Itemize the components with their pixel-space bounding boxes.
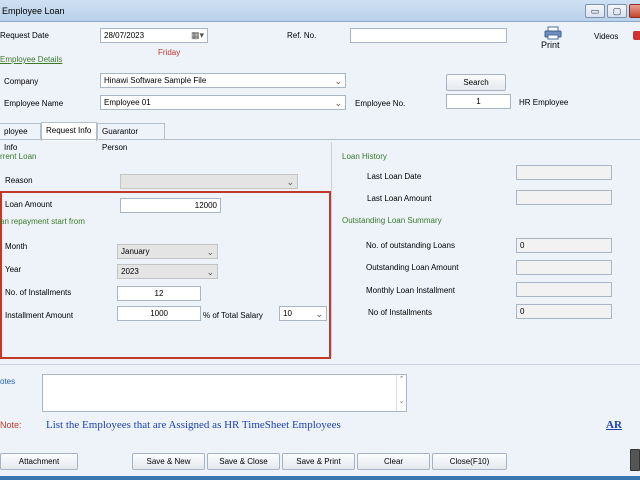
outstanding-loans-label: No. of outstanding Loans [366, 241, 455, 250]
installments-label: No. of Installments [5, 288, 72, 297]
scroll-up-icon[interactable]: ⌃ [397, 375, 406, 383]
calendar-icon[interactable]: ▦▾ [191, 29, 204, 42]
note-label: Note: [0, 420, 22, 430]
chevron-down-icon: ⌄ [315, 309, 323, 319]
no-installments-field: 0 [516, 304, 612, 319]
request-date-label: Request Date [0, 31, 49, 40]
monthly-installment-label: Monthly Loan Installment [366, 286, 455, 295]
current-loan-label: rrent Loan [0, 152, 37, 161]
tab-guarantor-person[interactable]: Guarantor Person [97, 123, 165, 152]
employee-name-label: Employee Name [4, 99, 64, 108]
installments-input[interactable]: 12 [117, 286, 201, 301]
printer-icon [544, 26, 562, 40]
ref-no-label: Ref. No. [287, 31, 317, 40]
maximize-button[interactable]: ▢ [607, 4, 627, 18]
employee-no-input[interactable]: 1 [446, 94, 511, 109]
chevron-down-icon: ⌄ [334, 76, 342, 86]
pct-total-salary-label: % of Total Salary [203, 311, 263, 320]
pct-select[interactable]: 10 ⌄ [279, 306, 327, 321]
save-new-button[interactable]: Save & New [132, 453, 205, 470]
search-button[interactable]: Search [446, 74, 506, 91]
day-name: Friday [158, 48, 181, 57]
year-label: Year [5, 265, 22, 274]
notes-divider [0, 364, 640, 365]
note-text: List the Employees that are Assigned as … [46, 419, 341, 431]
last-loan-date-field [516, 165, 612, 180]
ar-link[interactable]: AR [606, 419, 622, 431]
loan-amount-label: Loan Amount [5, 200, 53, 209]
installment-amount-input[interactable]: 1000 [117, 306, 201, 321]
panel-divider [331, 142, 332, 357]
loan-history-label: Loan History [342, 152, 387, 161]
chevron-down-icon: ⌄ [334, 98, 342, 108]
last-loan-amount-label: Last Loan Amount [367, 194, 432, 203]
outstanding-amount-label: Outstanding Loan Amount [366, 263, 459, 272]
notes-label: otes [0, 377, 16, 386]
installment-amount-label: Installment Amount [5, 311, 74, 320]
close-window-button[interactable]: ✕ [629, 4, 640, 18]
outstanding-summary-label: Outstanding Loan Summary [342, 216, 442, 225]
print-label: Print [541, 40, 560, 50]
employee-details-link[interactable]: Employee Details [0, 55, 62, 64]
chevron-down-icon: ⌄ [206, 267, 214, 277]
window-title: Employee Loan [2, 6, 65, 16]
company-label: Company [4, 77, 39, 86]
ref-no-input[interactable] [350, 28, 507, 43]
attachment-button[interactable]: Attachment [0, 453, 78, 470]
notes-scrollbar[interactable]: ⌃ ⌄ [396, 375, 406, 411]
tab-employee-info[interactable]: ployee Info [0, 123, 41, 152]
monthly-installment-field [516, 282, 612, 297]
employee-no-label: Employee No. [355, 99, 406, 108]
company-select[interactable]: Hinawi Software Sample File ⌄ [100, 73, 346, 88]
employee-name-select[interactable]: Employee 01 ⌄ [100, 95, 346, 110]
print-button[interactable]: Print [540, 26, 566, 50]
year-select[interactable]: 2023 ⌄ [117, 264, 218, 279]
clear-button[interactable]: Clear [357, 453, 430, 470]
chevron-down-icon: ⌄ [206, 247, 214, 257]
hr-employee-label: HR Employee [519, 98, 569, 107]
loan-amount-input[interactable]: 12000 [120, 198, 221, 213]
video-icon[interactable] [633, 31, 640, 40]
form-body: Request Date 28/07/2023 ▦▾ Friday Ref. N… [0, 22, 640, 480]
outstanding-amount-field [516, 260, 612, 275]
last-loan-date-label: Last Loan Date [367, 172, 422, 181]
reason-select[interactable]: ⌄ [120, 174, 298, 189]
status-bar [0, 476, 640, 480]
save-print-button[interactable]: Save & Print [282, 453, 355, 470]
notes-textarea[interactable]: ⌃ ⌄ [42, 374, 407, 412]
save-close-button[interactable]: Save & Close [207, 453, 280, 470]
outstanding-loans-field: 0 [516, 238, 612, 253]
last-loan-amount-field [516, 190, 612, 205]
repayment-start-label: an repayment start from [0, 217, 85, 226]
month-select[interactable]: January ⌄ [117, 244, 218, 259]
scroll-down-icon[interactable]: ⌄ [397, 397, 406, 405]
chevron-down-icon: ⌄ [286, 177, 294, 187]
reason-label: Reason [5, 176, 33, 185]
month-label: Month [5, 242, 28, 251]
minimize-button[interactable]: ▭ [585, 4, 605, 18]
close-button[interactable]: Close(F10) [432, 453, 507, 470]
no-installments-label: No of Installments [368, 308, 433, 317]
calculator-icon[interactable] [630, 449, 640, 471]
title-bar: Employee Loan ▭ ▢ ✕ [0, 0, 640, 22]
request-date-field[interactable]: 28/07/2023 ▦▾ [100, 28, 208, 43]
tab-divider [0, 139, 640, 140]
videos-label[interactable]: Videos [594, 32, 618, 41]
